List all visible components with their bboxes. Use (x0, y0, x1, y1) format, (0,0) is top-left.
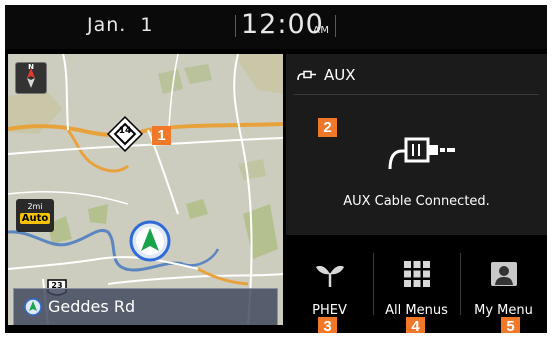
clock-ampm: AM (313, 25, 330, 36)
current-road-bar: Geddes Rd (13, 288, 278, 325)
callout-marker-4: 4 (406, 317, 425, 333)
location-arrow-icon (24, 298, 42, 316)
panel-divider (294, 94, 539, 95)
status-divider (335, 15, 336, 37)
aux-status-text: AUX Cable Connected. (343, 194, 490, 209)
date-display: Jan. 1 (87, 14, 154, 36)
map-scale-button[interactable]: 2mi Auto (16, 199, 54, 232)
person-icon (491, 262, 517, 286)
compass-north-label: N (28, 63, 34, 71)
aux-cable-icon (388, 137, 455, 170)
callout-marker-3: 3 (318, 317, 337, 333)
compass-button[interactable]: N (15, 62, 47, 94)
all-menus-button-label: All Menus (385, 303, 448, 318)
callout-marker-5: 5 (501, 317, 520, 333)
status-divider (235, 15, 236, 37)
highway-number-label: 14 (118, 126, 132, 136)
head-unit-screen: Jan. 1 12:00 AM 14 23 N 2mi Auto Geddes … (5, 5, 547, 333)
navigation-map[interactable]: 14 23 N 2mi Auto Geddes Rd (8, 54, 283, 325)
aux-plug-icon (297, 70, 316, 80)
media-source-header: AUX (296, 66, 356, 84)
clock-time: 12:00 (241, 9, 324, 40)
media-source-label: AUX (324, 66, 356, 84)
current-location-icon (129, 220, 171, 262)
grid-icon (404, 261, 430, 287)
my-menu-button-label: My Menu (474, 303, 533, 318)
media-panel[interactable]: AUX AUX Cable Connected. (286, 54, 547, 235)
phev-button-label: PHEV (312, 303, 347, 318)
scale-distance: 2mi (27, 202, 43, 211)
current-road-name: Geddes Rd (48, 297, 136, 316)
status-bar: Jan. 1 12:00 AM (5, 5, 547, 49)
sprout-icon (316, 265, 344, 287)
scale-mode-badge: Auto (20, 213, 50, 224)
callout-marker-1: 1 (152, 126, 171, 145)
callout-marker-2: 2 (318, 118, 337, 137)
